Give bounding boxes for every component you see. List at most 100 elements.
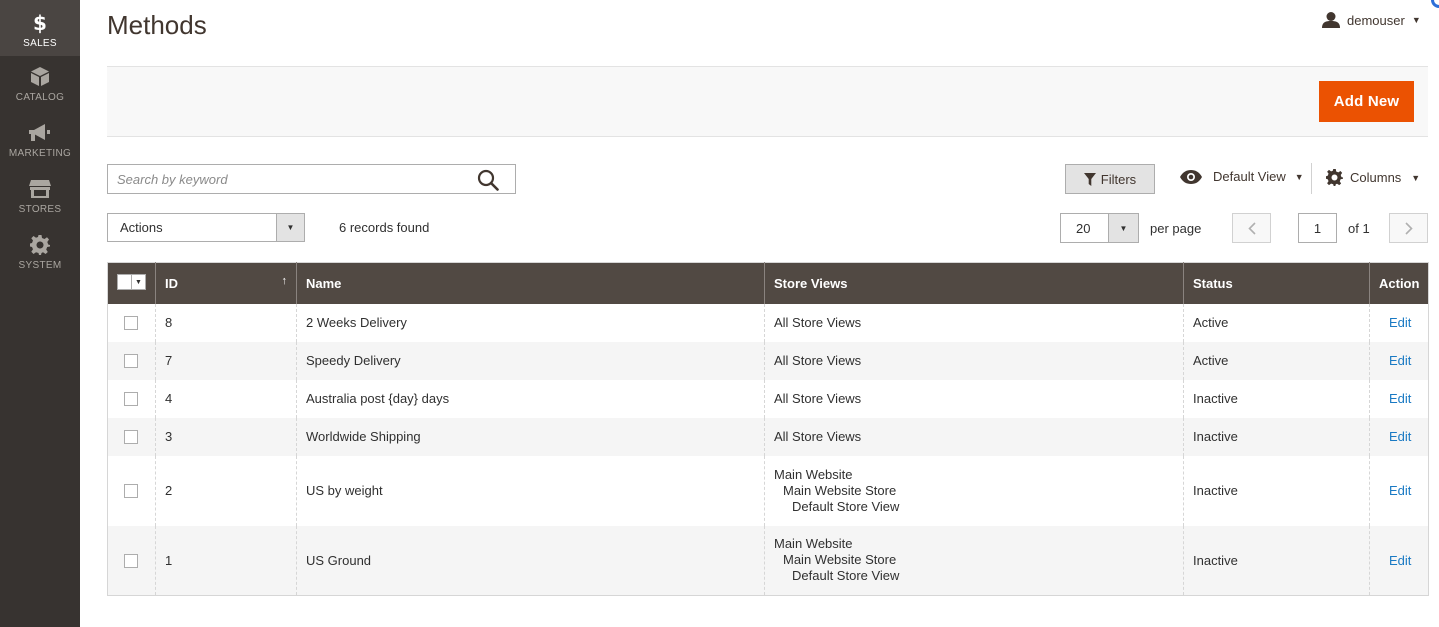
column-header-id[interactable]: ID ↑ [155,262,297,304]
toolbar-divider [1311,163,1312,194]
column-header-status[interactable]: Status [1183,262,1370,304]
admin-sidebar: $ SALES CATALOG MARKETING STORES SYSTEM [0,0,80,627]
cell-store-views: All Store Views [764,303,1184,342]
cell-store-views: All Store Views [764,417,1184,456]
cell-id: 7 [155,341,297,380]
cell-status: Inactive [1183,455,1370,526]
chevron-down-icon: ▼ [276,214,304,241]
table-row: 2 US by weight Main Website Main Website… [108,455,1429,526]
columns-button[interactable]: Columns ▼ [1326,169,1420,186]
cube-icon [31,66,49,88]
edit-link[interactable]: Edit [1379,315,1411,330]
row-checkbox[interactable] [124,316,138,331]
user-icon [1322,12,1340,28]
table-row: 7 Speedy Delivery All Store Views Active… [107,341,1429,380]
current-page-input[interactable] [1298,213,1337,243]
grid-header-row: ▼ ID ↑ Name Store Views Status Action [107,262,1429,304]
table-row: 4 Australia post {day} days All Store Vi… [108,379,1429,418]
cell-id: 3 [155,417,297,456]
sidebar-item-stores[interactable]: STORES [0,168,80,224]
cell-id: 8 [155,303,297,342]
cell-status: Inactive [1183,379,1370,418]
cell-store-views: All Store Views [764,341,1184,380]
row-checkbox[interactable] [124,554,138,569]
page-total: of 1 [1348,221,1370,236]
cell-name: US Ground [296,525,765,596]
cell-store-views: Main Website Main Website Store Default … [764,525,1184,596]
gear-icon [30,234,50,256]
edit-link[interactable]: Edit [1379,353,1411,368]
cell-status: Inactive [1183,525,1370,596]
sort-asc-icon: ↑ [281,275,288,287]
search-icon[interactable] [477,169,499,191]
column-header-action: Action [1369,262,1429,304]
row-checkbox[interactable] [124,430,138,445]
per-page-select[interactable]: 20 ▼ [1060,213,1139,243]
table-row: 1 US Ground Main Website Main Website St… [107,525,1429,596]
cell-status: Inactive [1183,417,1370,456]
column-header-name[interactable]: Name [296,262,765,304]
cell-id: 4 [155,379,297,418]
previous-page-button[interactable] [1232,213,1271,243]
sidebar-item-label: SYSTEM [18,259,62,271]
cell-store-views: All Store Views [764,379,1184,418]
filters-button[interactable]: Filters [1065,164,1155,194]
mass-select-header: ▼ [107,262,156,304]
actions-label: Actions [120,220,163,235]
chevron-left-icon [1247,221,1256,235]
per-page-value: 20 [1076,220,1091,236]
table-row: 3 Worldwide Shipping All Store Views Ina… [107,417,1429,456]
row-checkbox[interactable] [124,484,138,499]
sidebar-item-label: MARKETING [8,147,72,159]
chevron-down-icon: ▼ [1294,171,1304,182]
sidebar-item-marketing[interactable]: MARKETING [0,112,80,168]
dollar-icon: $ [33,10,47,35]
cell-name: Worldwide Shipping [296,417,765,456]
mass-actions-select[interactable]: Actions ▼ [107,213,305,242]
page-title: Methods [107,10,207,40]
cell-name: Australia post {day} days [296,379,765,418]
store-icon [29,178,51,200]
user-account-menu[interactable]: demouser ▼ [1322,12,1421,28]
filters-label: Filters [1100,171,1137,187]
user-name: demouser [1347,12,1405,28]
cell-id: 1 [155,525,297,596]
search-box [107,164,516,194]
column-header-store-views[interactable]: Store Views [764,262,1184,304]
chevron-down-icon: ▼ [135,278,142,286]
columns-label: Columns [1350,170,1402,185]
chevron-down-icon: ▼ [1411,15,1421,25]
search-input[interactable] [108,165,468,193]
megaphone-icon [29,122,51,144]
table-row: 8 2 Weeks Delivery All Store Views Activ… [108,303,1429,342]
edit-link[interactable]: Edit [1379,553,1411,568]
cell-name: US by weight [296,455,765,526]
row-checkbox[interactable] [124,354,138,369]
mass-select-checkbox[interactable]: ▼ [117,274,146,291]
edit-link[interactable]: Edit [1379,483,1411,498]
per-page-label: per page [1150,221,1202,236]
funnel-icon [1083,172,1096,186]
cell-id: 2 [155,455,297,526]
page-actions-bar: Add New [107,66,1428,137]
add-new-button[interactable]: Add New [1319,81,1414,122]
chevron-down-icon: ▼ [1108,214,1138,242]
sidebar-item-catalog[interactable]: CATALOG [0,56,80,112]
sidebar-item-system[interactable]: SYSTEM [0,224,80,280]
sidebar-item-sales[interactable]: $ SALES [0,0,80,56]
cell-status: Active [1183,341,1370,380]
edit-link[interactable]: Edit [1379,391,1411,406]
methods-grid: ▼ ID ↑ Name Store Views Status Action 8 2… [107,262,1429,596]
next-page-button[interactable] [1389,213,1428,243]
sidebar-item-label: STORES [18,203,62,215]
sidebar-item-label: CATALOG [15,91,65,103]
edit-link[interactable]: Edit [1379,429,1411,444]
cell-name: Speedy Delivery [296,341,765,380]
notification-indicator [1431,0,1439,8]
view-switcher[interactable]: Default View ▼ [1180,169,1304,184]
chevron-right-icon [1404,221,1413,235]
cell-status: Active [1183,303,1370,342]
cell-name: 2 Weeks Delivery [296,303,765,342]
cell-store-views: Main Website Main Website Store Default … [764,455,1184,526]
row-checkbox[interactable] [124,392,138,407]
